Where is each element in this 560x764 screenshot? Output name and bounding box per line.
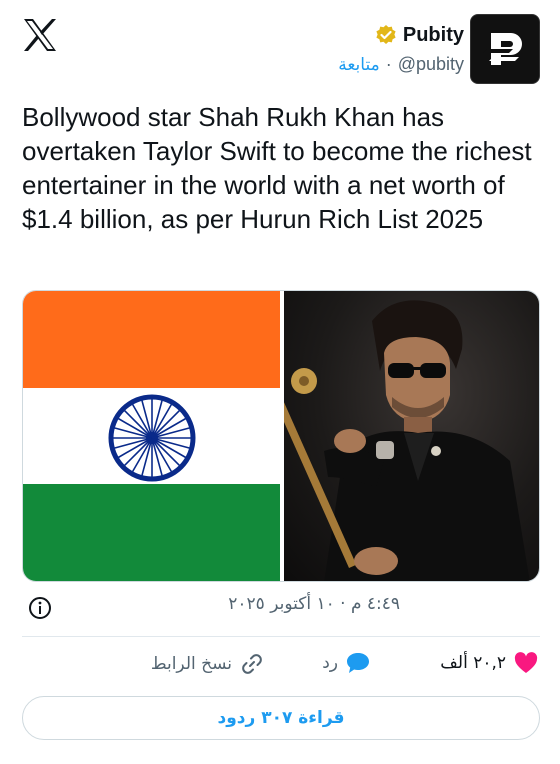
separator-dot: · xyxy=(385,54,392,74)
divider xyxy=(22,636,540,637)
portrait-image[interactable] xyxy=(284,291,539,581)
author-handle[interactable]: @pubity xyxy=(398,54,464,75)
pubity-logo-icon xyxy=(483,33,522,65)
author-block[interactable]: Pubity متابعة · @pubity xyxy=(338,22,464,75)
avatar[interactable] xyxy=(470,14,540,84)
read-replies-button[interactable]: قراءة ٣٠٧ ردود xyxy=(22,696,540,740)
like-count: ٢٠,٢ ألف xyxy=(440,653,506,673)
tweet-media[interactable] xyxy=(22,290,540,582)
link-icon xyxy=(242,654,262,674)
copy-link-label: نسخ الرابط xyxy=(150,654,232,674)
follow-link[interactable]: متابعة xyxy=(338,55,379,75)
info-icon[interactable] xyxy=(28,596,52,620)
tweet-text: Bollywood star Shah Rukh Khan has overta… xyxy=(22,102,532,234)
like-button[interactable]: ٢٠,٢ ألف xyxy=(440,652,538,674)
flag-green-band xyxy=(23,484,280,581)
embedded-tweet-card: Pubity متابعة · @pubity Bollywood star S… xyxy=(0,0,560,764)
flag-saffron-band xyxy=(23,291,280,388)
author-name[interactable]: Pubity xyxy=(403,24,464,47)
ashoka-chakra-icon xyxy=(108,394,196,482)
verified-badge-icon xyxy=(376,25,396,44)
heart-icon xyxy=(514,652,538,673)
indian-flag-image[interactable] xyxy=(23,291,280,581)
action-bar: ٢٠,٢ ألف رد نسخ الرابط xyxy=(0,652,560,684)
copy-link-button[interactable]: نسخ الرابط xyxy=(151,652,264,676)
reply-label: رد xyxy=(322,653,338,673)
x-logo-icon[interactable] xyxy=(22,18,58,52)
reply-button[interactable]: رد xyxy=(322,652,370,674)
reply-bubble-icon xyxy=(347,653,369,673)
tweet-timestamp[interactable]: ٤:٤٩ م · ١٠ أكتوبر ٢٠٢٥ xyxy=(228,594,400,614)
